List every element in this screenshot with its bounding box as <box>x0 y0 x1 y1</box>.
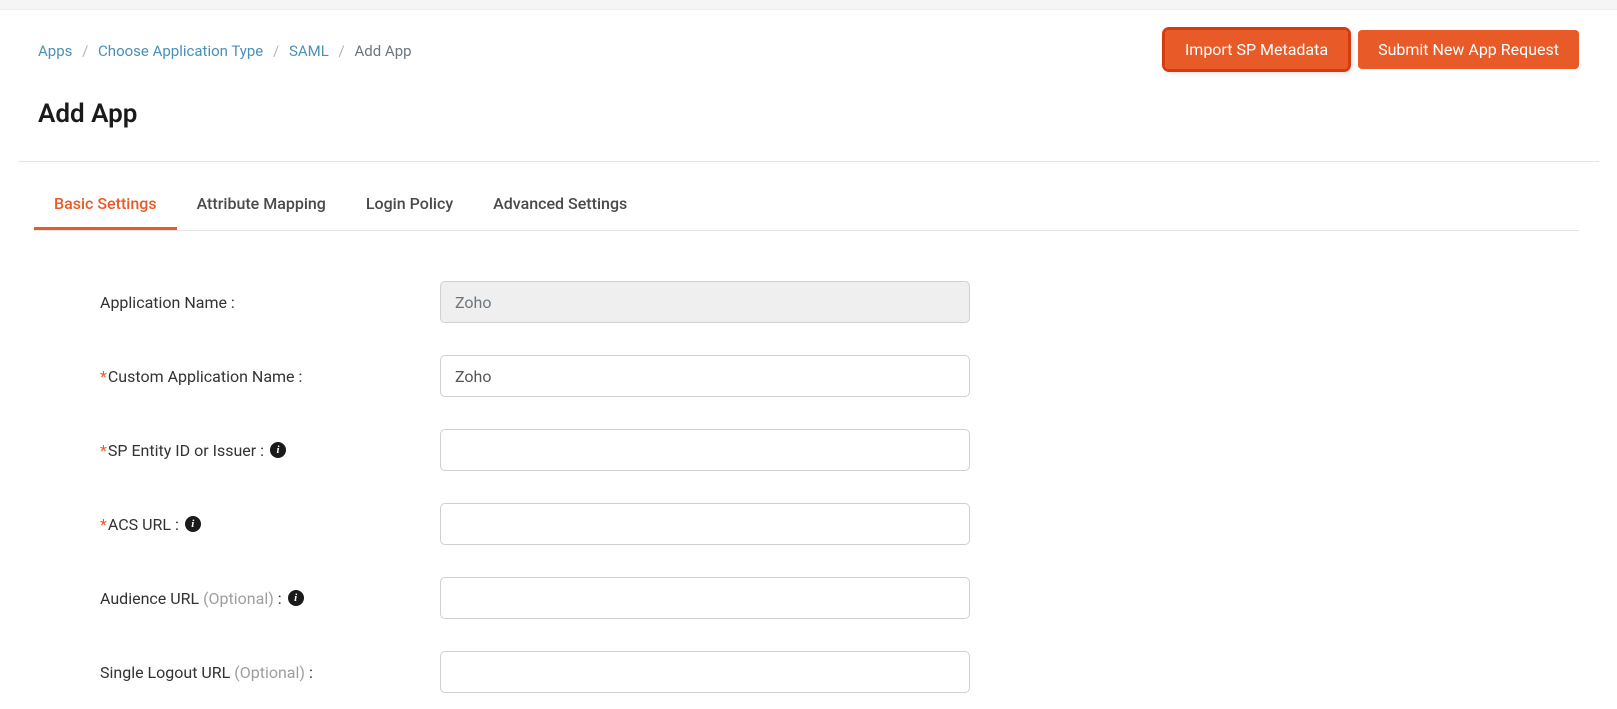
divider <box>18 161 1599 162</box>
application-name-field <box>440 281 970 323</box>
single-logout-url-field[interactable] <box>440 651 970 693</box>
required-mark: * <box>100 441 107 460</box>
breadcrumb: Apps / Choose Application Type / SAML / … <box>38 30 412 60</box>
info-icon[interactable]: i <box>288 590 304 606</box>
breadcrumb-sep: / <box>273 42 279 60</box>
form-row-slo-url: Single Logout URL (Optional) : <box>100 651 1579 693</box>
label-inner: ACS URL : <box>108 515 179 534</box>
label-app-name: Application Name : <box>100 293 440 312</box>
custom-application-name-field[interactable] <box>440 355 970 397</box>
top-bar <box>0 0 1617 10</box>
form-row-app-name: Application Name : <box>100 281 1579 323</box>
required-mark: * <box>100 515 107 534</box>
label-text: Single Logout URL (Optional) : <box>100 663 313 682</box>
label-prefix: Single Logout URL <box>100 663 234 682</box>
form-row-custom-app-name: *Custom Application Name : <box>100 355 1579 397</box>
tab-login-policy[interactable]: Login Policy <box>346 180 473 230</box>
page-title: Add App <box>38 99 1579 129</box>
breadcrumb-current: Add App <box>354 42 411 60</box>
label-prefix: Audience URL <box>100 589 203 608</box>
info-icon[interactable]: i <box>185 516 201 532</box>
form-row-audience-url: Audience URL (Optional) : i <box>100 577 1579 619</box>
action-buttons: Import SP Metadata Submit New App Reques… <box>1165 30 1579 69</box>
audience-url-field[interactable] <box>440 577 970 619</box>
optional-mark: (Optional) <box>234 663 305 682</box>
required-mark: * <box>100 367 107 386</box>
label-text: *SP Entity ID or Issuer : <box>100 441 264 460</box>
label-acs-url: *ACS URL : i <box>100 515 440 534</box>
form-row-sp-entity: *SP Entity ID or Issuer : i <box>100 429 1579 471</box>
tab-attribute-mapping[interactable]: Attribute Mapping <box>177 180 346 230</box>
header-row: Apps / Choose Application Type / SAML / … <box>38 30 1579 69</box>
label-text: *ACS URL : <box>100 515 179 534</box>
label-suffix: : <box>274 589 282 608</box>
label-slo-url: Single Logout URL (Optional) : <box>100 663 440 682</box>
breadcrumb-apps[interactable]: Apps <box>38 42 72 60</box>
submit-new-app-request-button[interactable]: Submit New App Request <box>1358 30 1579 69</box>
label-audience-url: Audience URL (Optional) : i <box>100 589 440 608</box>
breadcrumb-choose-type[interactable]: Choose Application Type <box>98 42 263 60</box>
acs-url-field[interactable] <box>440 503 970 545</box>
label-text: *Custom Application Name : <box>100 367 302 386</box>
label-text: Audience URL (Optional) : <box>100 589 282 608</box>
breadcrumb-sep: / <box>82 42 88 60</box>
tab-basic-settings[interactable]: Basic Settings <box>34 180 177 230</box>
label-inner: SP Entity ID or Issuer : <box>108 441 264 460</box>
breadcrumb-sep: / <box>339 42 345 60</box>
label-sp-entity: *SP Entity ID or Issuer : i <box>100 441 440 460</box>
breadcrumb-saml[interactable]: SAML <box>289 42 329 60</box>
tab-advanced-settings[interactable]: Advanced Settings <box>473 180 647 230</box>
form-area: Application Name : *Custom Application N… <box>38 231 1579 693</box>
main-container: Apps / Choose Application Type / SAML / … <box>0 10 1617 693</box>
import-sp-metadata-button[interactable]: Import SP Metadata <box>1165 30 1348 69</box>
sp-entity-id-field[interactable] <box>440 429 970 471</box>
label-suffix: : <box>305 663 313 682</box>
tabs: Basic Settings Attribute Mapping Login P… <box>34 180 1579 231</box>
info-icon[interactable]: i <box>270 442 286 458</box>
label-custom-app-name: *Custom Application Name : <box>100 367 440 386</box>
label-text: Application Name : <box>100 293 235 312</box>
form-row-acs-url: *ACS URL : i <box>100 503 1579 545</box>
label-inner: Custom Application Name : <box>108 367 303 386</box>
optional-mark: (Optional) <box>203 589 274 608</box>
